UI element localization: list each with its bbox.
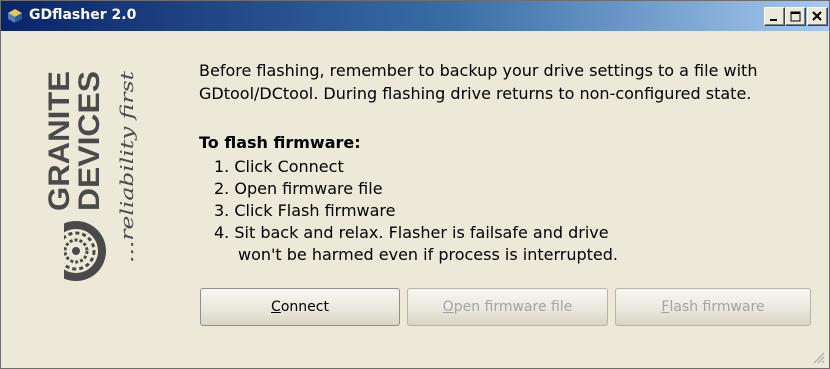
title-bar[interactable]: GDflasher 2.0: [1, 1, 829, 31]
gear-emblem-icon: [42, 215, 106, 285]
flash-firmware-button[interactable]: Flash firmware: [615, 288, 811, 326]
open-firmware-mnemonic: O: [442, 299, 454, 315]
intro-text: Before flashing, remember to backup your…: [199, 59, 824, 105]
minimize-button[interactable]: [764, 7, 785, 26]
connect-label: onnect: [280, 299, 329, 315]
instruction-step: 1. Click Connect: [214, 157, 344, 176]
granite-devices-logo: GRANITE DEVICES ...reliability first: [42, 70, 138, 285]
maximize-button[interactable]: [785, 7, 806, 26]
intro-line: Before flashing, remember to backup your…: [199, 61, 758, 80]
instructions-list: 1. Click Connect 2. Open firmware file 3…: [214, 156, 618, 266]
instruction-step-continued: won't be harmed even if process is inter…: [238, 245, 618, 264]
minimize-icon: [770, 19, 777, 21]
window-title: GDflasher 2.0: [29, 7, 137, 23]
connect-button[interactable]: Connect: [200, 288, 400, 326]
open-firmware-file-button[interactable]: Open firmware file: [407, 288, 608, 326]
instruction-step: 3. Click Flash firmware: [214, 201, 396, 220]
instructions-title: To flash firmware:: [199, 133, 361, 152]
connect-mnemonic: C: [271, 299, 281, 315]
open-firmware-label: pen firmware file: [453, 299, 573, 315]
instruction-step: 2. Open firmware file: [214, 179, 383, 198]
resize-grip-icon[interactable]: [812, 351, 825, 364]
brand-line2: DEVICES: [73, 71, 106, 211]
brand-line1: GRANITE: [43, 71, 76, 211]
close-icon: [812, 11, 822, 21]
brand-tagline: ...reliability first: [117, 70, 138, 263]
intro-line: GDtool/DCtool. During flashing drive ret…: [199, 84, 752, 103]
maximize-icon: [790, 11, 801, 22]
gdflasher-window: GDflasher 2.0 GRANITE DEVICES ...reliabi…: [0, 0, 830, 369]
instruction-step: 4. Sit back and relax. Flasher is failsa…: [214, 223, 609, 242]
app-icon: [8, 9, 22, 23]
close-button[interactable]: [807, 7, 828, 26]
flash-firmware-label: lash firmware: [669, 299, 765, 315]
